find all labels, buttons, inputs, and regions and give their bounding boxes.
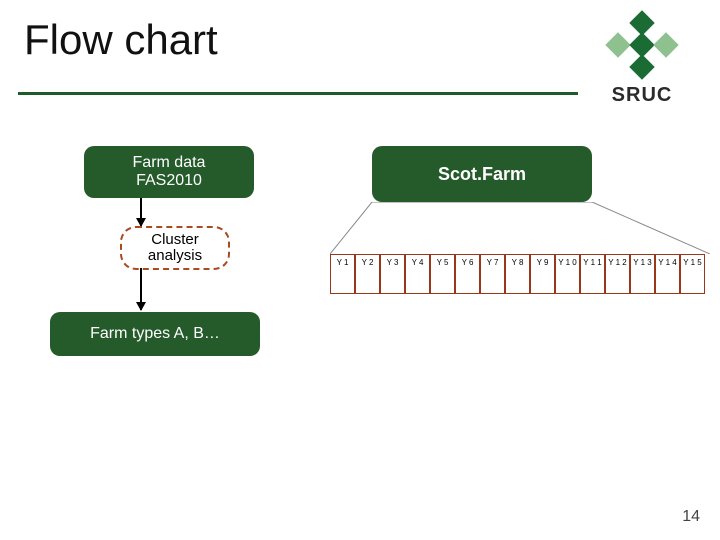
year-cell: Y 8 (505, 254, 530, 294)
logo-text: SRUC (582, 84, 702, 107)
scotfarm-fan-connector (330, 202, 710, 254)
box-scotfarm-label: Scot.Farm (438, 164, 526, 185)
logo-diamonds (582, 12, 702, 78)
box-farm-types: Farm types A, B… (50, 312, 260, 356)
year-cell: Y 3 (380, 254, 405, 294)
title-underline (18, 92, 578, 95)
year-cell: Y 5 (430, 254, 455, 294)
year-cell: Y 7 (480, 254, 505, 294)
box-farm-data: Farm data FAS2010 (84, 146, 254, 198)
box-cluster-analysis-label: Cluster analysis (148, 232, 202, 264)
box-cluster-analysis: Cluster analysis (120, 226, 230, 270)
year-cell: Y 1 1 (580, 254, 605, 294)
box-scotfarm: Scot.Farm (372, 146, 592, 202)
sruc-logo: SRUC (582, 12, 702, 107)
box-farm-types-label: Farm types A, B… (90, 325, 220, 343)
arrow-cluster-to-farmtypes (140, 268, 142, 310)
arrow-farmdata-to-cluster (140, 198, 142, 226)
year-cell: Y 1 0 (555, 254, 580, 294)
box-farm-data-label: Farm data FAS2010 (133, 154, 206, 191)
year-cell: Y 1 3 (630, 254, 655, 294)
year-cell: Y 1 (330, 254, 355, 294)
year-cell: Y 6 (455, 254, 480, 294)
year-cell: Y 9 (530, 254, 555, 294)
year-cell: Y 1 2 (605, 254, 630, 294)
year-cell: Y 4 (405, 254, 430, 294)
year-cells: Y 1 Y 2 Y 3 Y 4 Y 5 Y 6 Y 7 Y 8 Y 9 Y 1 … (330, 254, 705, 294)
year-cell: Y 2 (355, 254, 380, 294)
year-cell: Y 1 4 (655, 254, 680, 294)
page-title: Flow chart (24, 16, 218, 64)
page-number: 14 (682, 508, 700, 526)
year-cell: Y 1 5 (680, 254, 705, 294)
